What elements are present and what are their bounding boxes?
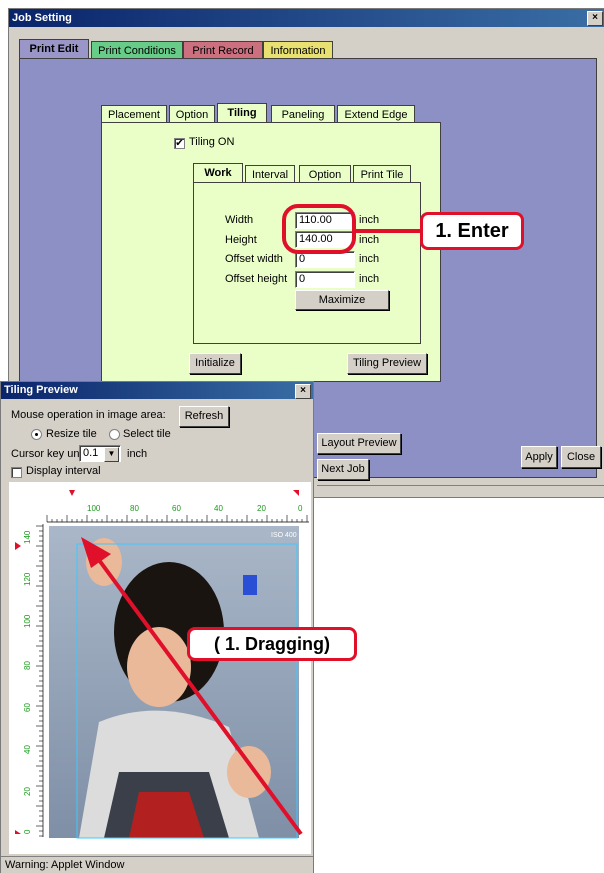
photo-hair-ornament bbox=[243, 575, 257, 595]
preview-title: Tiling Preview bbox=[4, 384, 78, 396]
cursor-key-unit-label: Cursor key unit bbox=[11, 448, 85, 460]
refresh-button[interactable]: Refresh bbox=[179, 406, 229, 427]
tiling-preview-window: Tiling Preview × Mouse operation in imag… bbox=[0, 381, 357, 873]
ruler-left-label: 80 bbox=[23, 661, 32, 670]
preview-titlebar: Tiling Preview × bbox=[1, 382, 313, 399]
photo-iso-label: ISO 400 bbox=[271, 532, 297, 539]
chevron-down-icon[interactable]: ▼ bbox=[104, 447, 119, 462]
ruler-left-label: 20 bbox=[23, 787, 32, 796]
radio-dot-icon bbox=[35, 433, 38, 436]
cursor-unit-label: inch bbox=[127, 448, 148, 460]
ruler-top-label: 60 bbox=[172, 504, 181, 513]
cursor-key-unit-value: 0.1 bbox=[83, 447, 99, 459]
cursor-key-unit-select[interactable]: 0.1 ▼ bbox=[79, 445, 121, 462]
select-tile-radio[interactable] bbox=[109, 429, 120, 440]
dragging-callout: ( 1. Dragging) bbox=[187, 627, 357, 661]
ruler-left-label: 120 bbox=[23, 572, 32, 586]
preview-drawing: ISO 400 bbox=[15, 490, 309, 839]
ruler-left-label: 0 bbox=[23, 829, 32, 834]
photo-hand-right bbox=[227, 746, 271, 798]
ruler-left-label: 100 bbox=[23, 614, 32, 628]
ruler-top-label: 0 bbox=[298, 504, 303, 513]
resize-tile-radio[interactable] bbox=[31, 429, 42, 440]
ruler-top-label: 100 bbox=[87, 504, 101, 513]
preview-close-icon[interactable]: × bbox=[295, 384, 311, 399]
left-ruler-labels: 140 120 100 80 60 40 20 0 bbox=[9, 482, 37, 854]
display-interval-checkbox[interactable] bbox=[11, 467, 22, 478]
ruler-left-label: 60 bbox=[23, 703, 32, 712]
preview-canvas[interactable]: ISO 400 ( 1. Dragging) bbox=[9, 482, 357, 854]
mouse-operation-label: Mouse operation in image area: bbox=[11, 409, 166, 421]
select-tile-label: Select tile bbox=[123, 428, 171, 440]
top-ruler-labels: 100 80 60 40 20 0 bbox=[9, 482, 311, 513]
ruler-top-label: 80 bbox=[130, 504, 139, 513]
enter-highlight-ring bbox=[282, 204, 356, 254]
ruler-left-label: 40 bbox=[23, 745, 32, 754]
resize-tile-label: Resize tile bbox=[46, 428, 97, 440]
ruler-top-label: 20 bbox=[257, 504, 266, 513]
ruler-left-label: 140 bbox=[23, 530, 32, 544]
display-interval-label: Display interval bbox=[26, 465, 101, 477]
ruler-top-label: 40 bbox=[214, 504, 223, 513]
warning-bar: Warning: Applet Window bbox=[1, 856, 313, 873]
warning-text: Warning: Applet Window bbox=[5, 859, 125, 871]
enter-callout: 1. Enter bbox=[420, 212, 524, 250]
